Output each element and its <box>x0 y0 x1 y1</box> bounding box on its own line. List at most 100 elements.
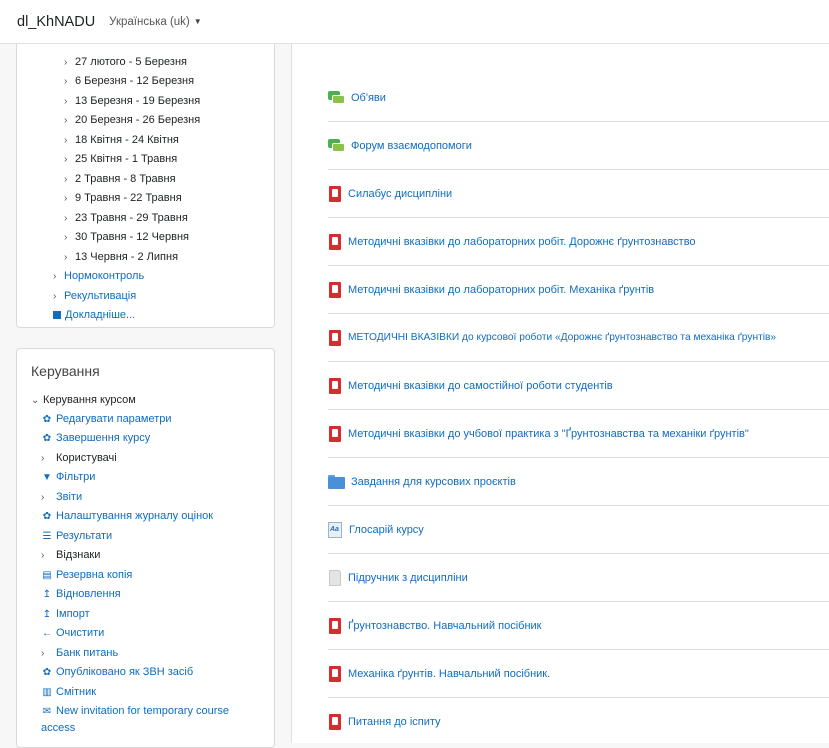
nav-week-item[interactable]: › 23 Травня - 29 Травня <box>64 211 188 226</box>
chevron-right-icon: › <box>64 57 68 68</box>
admin-section-toggle[interactable]: ⌄ Керування курсом <box>31 393 136 408</box>
admin-course-completion[interactable]: ✿ Завершення курсу <box>41 431 150 446</box>
gear-icon: ✿ <box>42 433 52 444</box>
chevron-down-icon: ⌄ <box>31 395 40 406</box>
activity-pdf-resource[interactable]: МЕТОДИЧНІ ВКАЗІВКИ до курсової роботи «Д… <box>328 314 829 362</box>
filter-icon: ▼ <box>42 472 52 483</box>
glossary-icon: Aa <box>328 521 343 538</box>
activity-pdf-resource[interactable]: Механіка ґрунтів. Навчальний посібник. <box>328 650 829 698</box>
activity-forum[interactable]: Об'яви <box>328 74 829 122</box>
chevron-right-icon: › <box>64 213 68 224</box>
chevron-right-icon: › <box>64 232 68 243</box>
nav-week-item[interactable]: › 6 Березня - 12 Березня <box>64 74 194 89</box>
pdf-icon <box>328 185 342 202</box>
upload-icon: ↥ <box>42 589 52 600</box>
chevron-right-icon: › <box>64 154 68 165</box>
activity-pdf-resource[interactable]: Методичні вказівки до самостійної роботи… <box>328 362 829 410</box>
caret-down-icon: ▼ <box>193 17 202 26</box>
folder-icon <box>328 474 345 489</box>
chevron-right-icon: › <box>64 96 68 107</box>
forum-icon <box>328 90 345 105</box>
table-icon: ☰ <box>42 531 52 542</box>
admin-restore[interactable]: ↥ Відновлення <box>41 587 121 602</box>
nav-week-item[interactable]: › 30 Травня - 12 Червня <box>64 230 189 245</box>
file-icon: ▤ <box>42 570 52 581</box>
admin-users[interactable]: › Користувачі <box>41 451 117 466</box>
envelope-icon: ✉ <box>42 706 52 717</box>
chevron-right-icon: › <box>64 193 68 204</box>
admin-filters[interactable]: ▼ Фільтри <box>41 470 95 485</box>
nav-week-item[interactable]: › 20 Березня - 26 Березня <box>64 113 200 128</box>
pdf-icon <box>328 233 342 250</box>
nav-course-item[interactable]: › Рекультивація <box>53 289 136 304</box>
pdf-icon <box>328 714 342 730</box>
admin-gradebook-setup[interactable]: ✿ Налаштування журналу оцінок <box>41 509 213 524</box>
square-icon <box>53 311 61 319</box>
forum-icon <box>328 138 345 153</box>
block-title: Керування <box>31 363 100 379</box>
activity-book[interactable]: Підручник з дисципліни <box>328 554 829 602</box>
admin-backup[interactable]: ▤ Резервна копія <box>41 568 132 583</box>
language-label: Українська (uk) <box>109 15 190 28</box>
trash-icon: ▥ <box>42 687 52 698</box>
activity-folder[interactable]: Завдання для курсових проєктів <box>328 458 829 506</box>
activity-pdf-resource[interactable]: Методичні вказівки до лабораторних робіт… <box>328 218 829 266</box>
admin-reset[interactable]: ← Очистити <box>41 626 104 641</box>
activity-pdf-resource[interactable]: Питання до іспиту <box>328 698 829 746</box>
chevron-right-icon: › <box>64 174 68 185</box>
gear-icon: ✿ <box>42 414 52 425</box>
top-navbar: dl_KhNADU Українська (uk) ▼ <box>0 0 829 44</box>
pdf-icon <box>328 665 342 682</box>
activity-pdf-resource[interactable]: Методичні вказівки до учбової практика з… <box>328 410 829 458</box>
administration-block: Керування ⌄ Керування курсом ✿ Редагувати … <box>16 348 275 748</box>
nav-week-item[interactable]: › 27 лютого - 5 Березня <box>64 55 187 70</box>
chevron-right-icon: › <box>41 492 45 503</box>
nav-week-item[interactable]: › 25 Квітня - 1 Травня <box>64 152 177 167</box>
admin-new-invitation-cont[interactable]: access <box>41 721 75 735</box>
navigation-block: › 27 лютого - 5 Березня › 6 Березня - 12 Б… <box>16 44 275 328</box>
chevron-right-icon: › <box>53 291 57 302</box>
admin-published-lti[interactable]: ✿ Опубліковано як ЗВН засіб <box>41 665 193 680</box>
activity-forum[interactable]: Форум взаємодопомоги <box>328 122 829 170</box>
activity-glossary[interactable]: Aa Глосарій курсу <box>328 506 829 554</box>
chevron-right-icon: › <box>64 135 68 146</box>
admin-question-bank[interactable]: › Банк питань <box>41 646 118 661</box>
nav-week-item[interactable]: › 13 Березня - 19 Березня <box>64 94 200 109</box>
pdf-icon <box>328 425 342 442</box>
arrow-left-icon: ← <box>42 628 52 639</box>
nav-week-item[interactable]: › 9 Травня - 22 Травня <box>64 191 182 206</box>
pdf-icon <box>328 329 342 346</box>
admin-new-invitation[interactable]: ✉ New invitation for temporary course <box>41 704 229 719</box>
nav-more-link[interactable]: Докладніше... <box>53 308 135 322</box>
admin-import[interactable]: ↥ Імпорт <box>41 607 90 622</box>
nav-week-item[interactable]: › 2 Травня - 8 Травня <box>64 172 176 187</box>
gear-icon: ✿ <box>42 511 52 522</box>
course-content: Об'яви Форум взаємодопомоги Силабус дисц… <box>291 44 829 743</box>
nav-week-item[interactable]: › 13 Червня - 2 Липня <box>64 250 178 265</box>
pdf-icon <box>328 377 342 394</box>
nav-week-item[interactable]: › 18 Квітня - 24 Квітня <box>64 133 179 148</box>
site-brand[interactable]: dl_KhNADU <box>17 14 95 30</box>
chevron-right-icon: › <box>41 550 45 561</box>
chevron-right-icon: › <box>41 453 45 464</box>
admin-badges[interactable]: › Відзнаки <box>41 548 100 563</box>
chevron-right-icon: › <box>64 115 68 126</box>
language-menu[interactable]: Українська (uk) ▼ <box>109 16 202 28</box>
gear-icon: ✿ <box>42 667 52 678</box>
pdf-icon <box>328 281 342 298</box>
activity-pdf-resource[interactable]: Силабус дисципліни <box>328 170 829 218</box>
admin-recycle-bin[interactable]: ▥ Смітник <box>41 685 96 700</box>
admin-outcomes[interactable]: ☰ Результати <box>41 529 113 544</box>
chevron-right-icon: › <box>41 648 45 659</box>
book-icon <box>328 569 342 586</box>
chevron-right-icon: › <box>64 252 68 263</box>
chevron-right-icon: › <box>53 271 57 282</box>
activity-pdf-resource[interactable]: Ґрунтознавство. Навчальний посібник <box>328 602 829 650</box>
chevron-right-icon: › <box>64 76 68 87</box>
upload-icon: ↥ <box>42 609 52 620</box>
admin-edit-settings[interactable]: ✿ Редагувати параметри <box>41 412 172 427</box>
nav-course-item[interactable]: › Нормоконтроль <box>53 269 144 284</box>
activity-pdf-resource[interactable]: Методичні вказівки до лабораторних робіт… <box>328 266 829 314</box>
admin-reports[interactable]: › Звіти <box>41 490 82 505</box>
pdf-icon <box>328 617 342 634</box>
